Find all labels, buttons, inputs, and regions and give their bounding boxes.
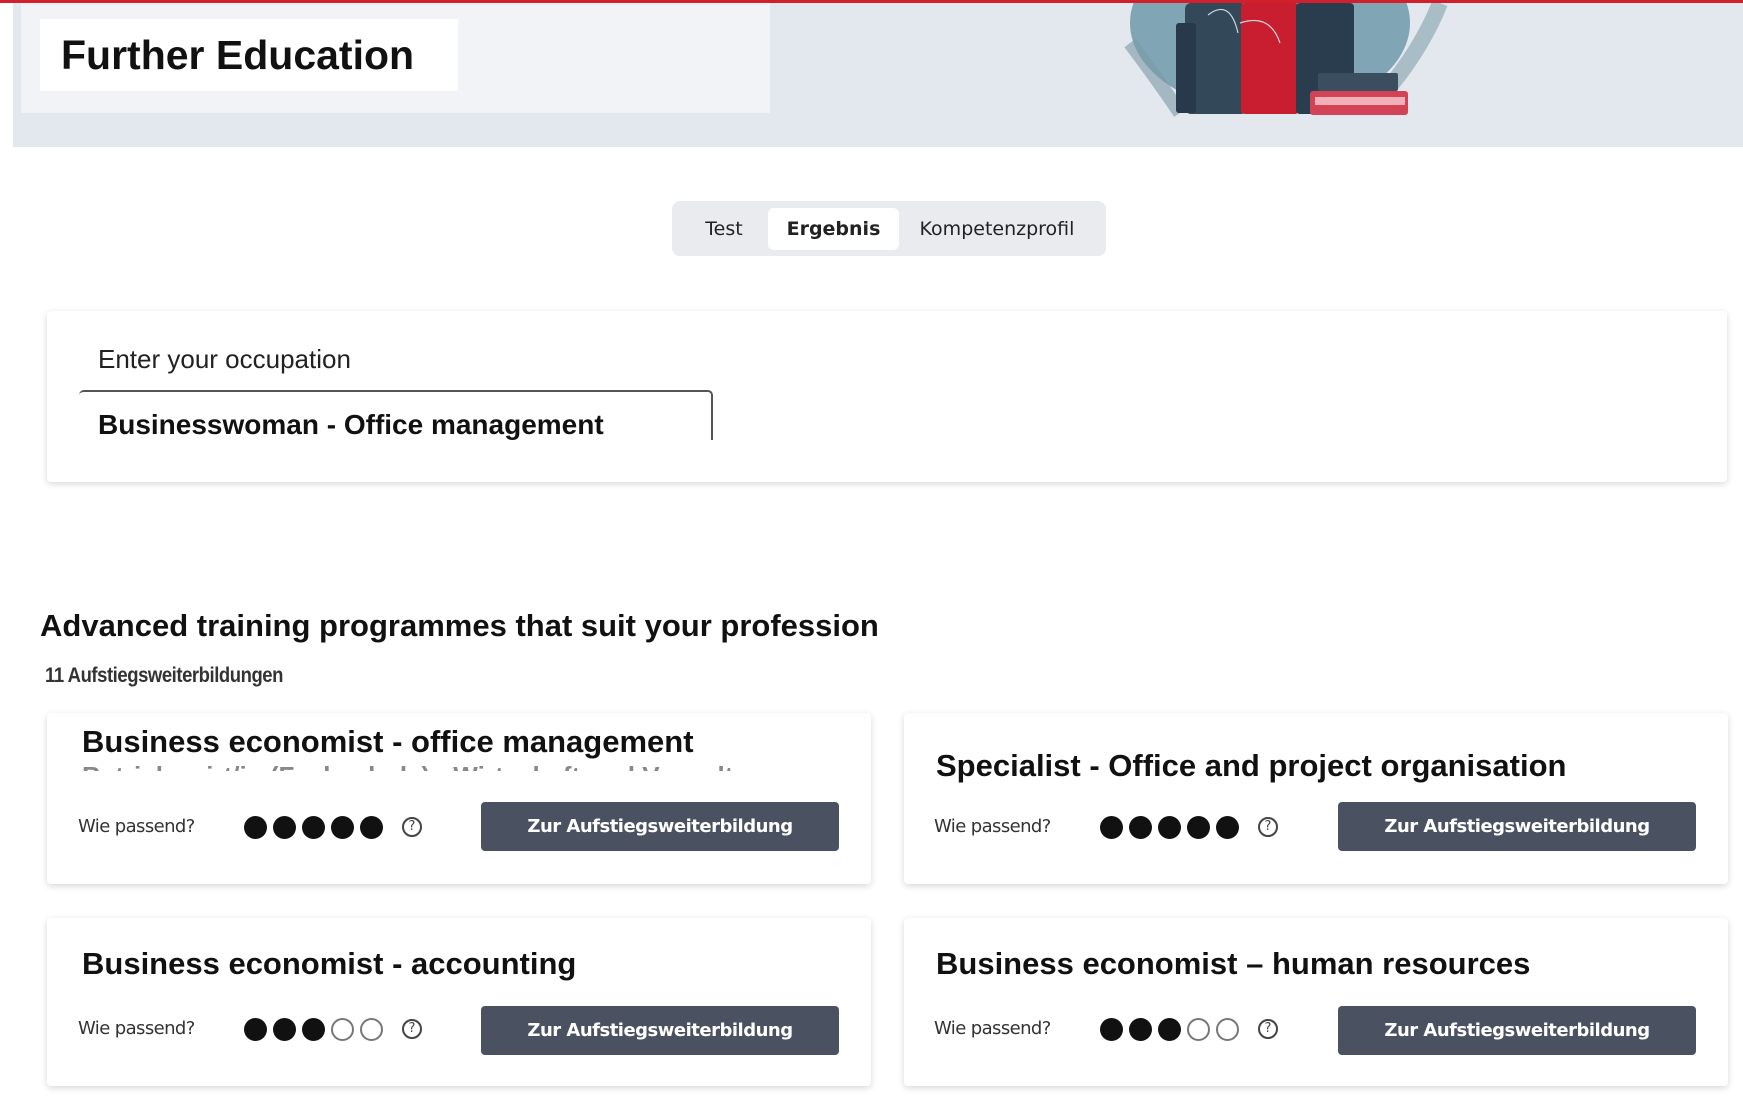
open-training-button[interactable]: Zur Aufstiegsweiterbildung bbox=[481, 802, 839, 851]
rating-dot bbox=[1158, 816, 1181, 839]
rating-dot bbox=[331, 1018, 354, 1041]
open-training-button[interactable]: Zur Aufstiegsweiterbildung bbox=[1338, 1006, 1696, 1055]
training-card bbox=[904, 713, 1728, 884]
rating-dot bbox=[1129, 1018, 1152, 1041]
rating-dot bbox=[331, 816, 354, 839]
fit-label: Wie passend? bbox=[934, 816, 1051, 837]
occupation-value[interactable]: Businesswoman - Office management bbox=[98, 409, 604, 441]
training-card-title: Business economist - office management bbox=[82, 724, 694, 759]
rating-dot bbox=[273, 1018, 296, 1041]
open-training-button[interactable]: Zur Aufstiegsweiterbildung bbox=[481, 1006, 839, 1055]
rating-dot bbox=[1158, 1018, 1181, 1041]
books-illustration bbox=[1124, 3, 1448, 117]
results-heading-box: Advanced training programmes that suit y… bbox=[27, 596, 963, 656]
rating-dot bbox=[302, 1018, 325, 1041]
occupation-label: Enter your occupation bbox=[98, 344, 351, 374]
help-circle-icon[interactable]: ? bbox=[1258, 817, 1278, 837]
rating-dot bbox=[273, 816, 296, 839]
training-card-title: Business economist - accounting bbox=[82, 946, 577, 981]
fit-label: Wie passend? bbox=[934, 1018, 1051, 1039]
tab-ergebnis[interactable]: Ergebnis bbox=[768, 208, 899, 250]
fit-rating bbox=[1100, 816, 1250, 840]
rating-dot bbox=[1216, 816, 1239, 839]
results-heading: Advanced training programmes that suit y… bbox=[40, 608, 879, 643]
rating-dot bbox=[360, 1018, 383, 1041]
help-circle-icon[interactable]: ? bbox=[402, 817, 422, 837]
rating-dot bbox=[244, 1018, 267, 1041]
page-title-box: Further Education bbox=[40, 19, 458, 91]
rating-dot bbox=[1187, 1018, 1210, 1041]
rating-dot bbox=[1129, 816, 1152, 839]
fit-rating bbox=[1100, 1018, 1250, 1042]
tab-kompetenzprofil[interactable]: Kompetenzprofil bbox=[899, 208, 1095, 250]
help-circle-icon[interactable]: ? bbox=[1258, 1019, 1278, 1039]
fit-label: Wie passend? bbox=[78, 816, 195, 837]
help-circle-icon[interactable]: ? bbox=[402, 1019, 422, 1039]
page-title: Further Education bbox=[61, 31, 415, 78]
training-card bbox=[47, 918, 871, 1086]
fit-rating bbox=[244, 816, 394, 840]
training-card-title: Business economist – human resources bbox=[936, 946, 1531, 981]
fit-label: Wie passend? bbox=[78, 1018, 195, 1039]
training-card bbox=[904, 918, 1728, 1086]
tab-bar: Test Ergebnis Kompetenzprofil bbox=[672, 201, 1106, 256]
fit-rating bbox=[244, 1018, 394, 1042]
tab-test[interactable]: Test bbox=[680, 208, 768, 250]
truncated-subtitle: Betriebswirt/in (Fachschule) - Wirtschaf… bbox=[82, 761, 781, 771]
results-count: 11 Aufstiegsweiterbildungen bbox=[45, 664, 283, 687]
rating-dot bbox=[1100, 816, 1123, 839]
rating-dot bbox=[1216, 1018, 1239, 1041]
rating-dot bbox=[1100, 1018, 1123, 1041]
training-card-title: Specialist - Office and project organisa… bbox=[936, 748, 1567, 783]
rating-dot bbox=[244, 816, 267, 839]
rating-dot bbox=[1187, 816, 1210, 839]
open-training-button[interactable]: Zur Aufstiegsweiterbildung bbox=[1338, 802, 1696, 851]
rating-dot bbox=[302, 816, 325, 839]
rating-dot bbox=[360, 816, 383, 839]
